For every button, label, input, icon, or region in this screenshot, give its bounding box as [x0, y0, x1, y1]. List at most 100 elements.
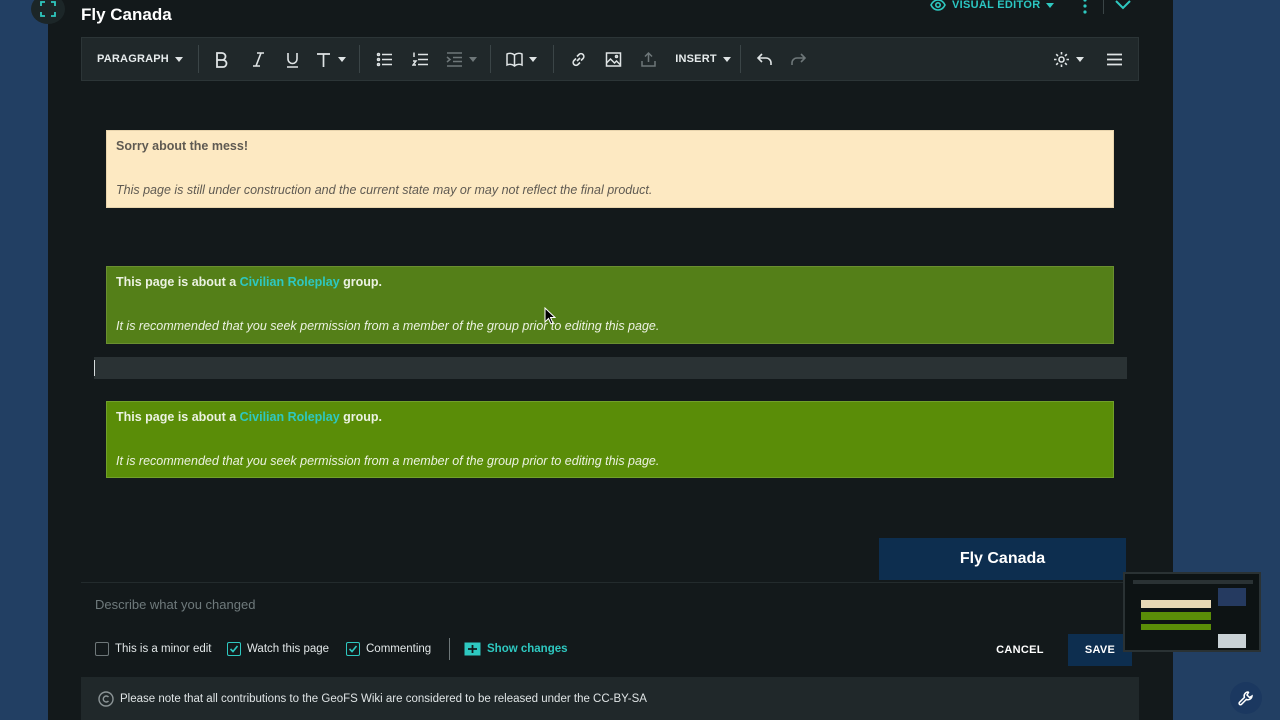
minor-edit-label: This is a minor edit	[115, 643, 212, 655]
minor-edit-checkbox[interactable]: This is a minor edit	[95, 642, 212, 656]
toolbar-separator	[553, 45, 554, 73]
wrench-icon	[1238, 691, 1253, 706]
notice-body: It is recommended that you seek permissi…	[116, 319, 660, 333]
show-changes-label: Show changes	[487, 643, 568, 655]
indent-dropdown[interactable]	[440, 37, 482, 81]
toolbar-separator	[198, 45, 199, 73]
gear-icon	[1053, 51, 1069, 67]
paragraph-label: PARAGRAPH	[97, 53, 169, 65]
infobox-title: Fly Canada	[879, 538, 1126, 580]
roleplay-group-notice[interactable]: This page is about a Civilian Roleplay g…	[106, 401, 1114, 478]
underline-icon	[286, 52, 298, 68]
commenting-label: Commenting	[366, 643, 432, 655]
visual-editor-label: VISUAL EDITOR	[952, 0, 1041, 11]
text-style-dropdown[interactable]	[309, 37, 351, 81]
caret-down-icon	[337, 56, 346, 62]
mouse-pointer-icon	[544, 307, 556, 325]
caret-down-icon	[1075, 56, 1084, 62]
thumb-block	[1141, 624, 1211, 630]
civilian-roleplay-link[interactable]: Civilian Roleplay	[240, 410, 340, 424]
undo-button[interactable]	[743, 37, 785, 81]
thumb-block	[1141, 612, 1211, 620]
roleplay-group-notice[interactable]: This page is about a Civilian Roleplay g…	[106, 266, 1114, 344]
italic-button[interactable]	[241, 37, 275, 81]
upload-button[interactable]	[626, 37, 670, 81]
eye-icon	[930, 0, 946, 11]
options-divider	[449, 638, 450, 660]
chevron-down-icon	[1046, 2, 1055, 8]
notice-title-suffix: group.	[339, 410, 383, 424]
notice-title-prefix: This page is about a	[116, 410, 240, 424]
checkbox-box	[227, 642, 241, 656]
paragraph-format-dropdown[interactable]: PARAGRAPH	[82, 37, 198, 81]
upload-icon	[640, 51, 656, 67]
tools-button[interactable]	[1230, 682, 1262, 714]
construction-notice[interactable]: Sorry about the mess! This page is still…	[106, 130, 1114, 208]
thumb-block	[1141, 600, 1211, 608]
caret-down-icon	[174, 56, 183, 62]
empty-paragraph-line[interactable]	[94, 357, 1127, 379]
image-icon	[605, 51, 621, 67]
watch-page-label: Watch this page	[247, 643, 330, 655]
caret-down-icon	[528, 56, 537, 62]
page-settings-dropdown[interactable]	[1048, 37, 1088, 81]
collapse-chevron-icon[interactable]	[1113, 0, 1133, 13]
bold-icon	[215, 51, 227, 68]
thumb-block	[1218, 634, 1246, 648]
italic-icon	[252, 51, 264, 67]
link-button[interactable]	[556, 37, 600, 81]
notice-title-prefix: This page is about a	[116, 275, 240, 289]
license-notice: Please note that all contributions to th…	[81, 677, 1139, 720]
checkbox-box	[95, 642, 109, 656]
commenting-checkbox[interactable]: Commenting	[346, 642, 431, 656]
video-thumbnail-overlay[interactable]	[1123, 572, 1261, 652]
civilian-roleplay-link[interactable]: Civilian Roleplay	[240, 275, 340, 289]
diff-icon	[464, 642, 481, 656]
text-style-icon	[316, 52, 330, 67]
insert-label: INSERT	[675, 53, 717, 65]
numbered-list-icon	[411, 51, 428, 66]
cite-icon	[505, 52, 523, 67]
thumb-bar	[1133, 580, 1253, 584]
checkbox-box	[346, 642, 360, 656]
toolbar-separator	[490, 45, 491, 73]
editor-toolbar: PARAGRAPH INSERT	[81, 37, 1139, 81]
page-title: Fly Canada	[81, 5, 172, 24]
notice-title: Sorry about the mess!	[116, 139, 248, 153]
license-text: Please note that all contributions to th…	[120, 692, 647, 705]
underline-button[interactable]	[275, 37, 309, 81]
caret-down-icon	[722, 56, 731, 62]
cite-dropdown[interactable]	[495, 37, 547, 81]
kebab-icon[interactable]	[1078, 0, 1092, 15]
check-icon	[348, 645, 358, 653]
edit-summary-input[interactable]	[95, 597, 795, 612]
bold-button[interactable]	[201, 37, 241, 81]
caret-down-icon	[468, 56, 477, 62]
insert-dropdown[interactable]: INSERT	[670, 37, 736, 81]
copyright-icon	[98, 690, 114, 707]
text-cursor	[94, 360, 95, 376]
edit-summary	[81, 582, 1139, 622]
show-changes-button[interactable]: Show changes	[464, 642, 568, 656]
left-backdrop	[0, 0, 48, 720]
indent-icon	[446, 51, 462, 67]
page-menu-button[interactable]	[1090, 37, 1138, 81]
notice-title: This page is about a Civilian Roleplay g…	[116, 275, 382, 289]
menu-icon	[1106, 53, 1122, 65]
notice-body: It is recommended that you seek permissi…	[116, 454, 660, 468]
numbered-list-button[interactable]	[406, 37, 434, 81]
header-divider	[1103, 0, 1104, 14]
toolbar-separator	[740, 45, 741, 73]
link-icon	[571, 52, 585, 66]
redo-button[interactable]	[785, 37, 811, 81]
check-icon	[229, 645, 239, 653]
image-button[interactable]	[600, 37, 626, 81]
undo-icon	[756, 52, 772, 65]
cancel-button[interactable]: CANCEL	[986, 640, 1054, 660]
visual-editor-toggle[interactable]: VISUAL EDITOR	[930, 0, 1055, 12]
bullet-list-button[interactable]	[362, 37, 406, 81]
toolbar-separator	[359, 45, 360, 73]
watch-page-checkbox[interactable]: Watch this page	[227, 642, 329, 656]
bullet-list-icon	[376, 52, 392, 66]
notice-title-suffix: group.	[339, 275, 383, 289]
